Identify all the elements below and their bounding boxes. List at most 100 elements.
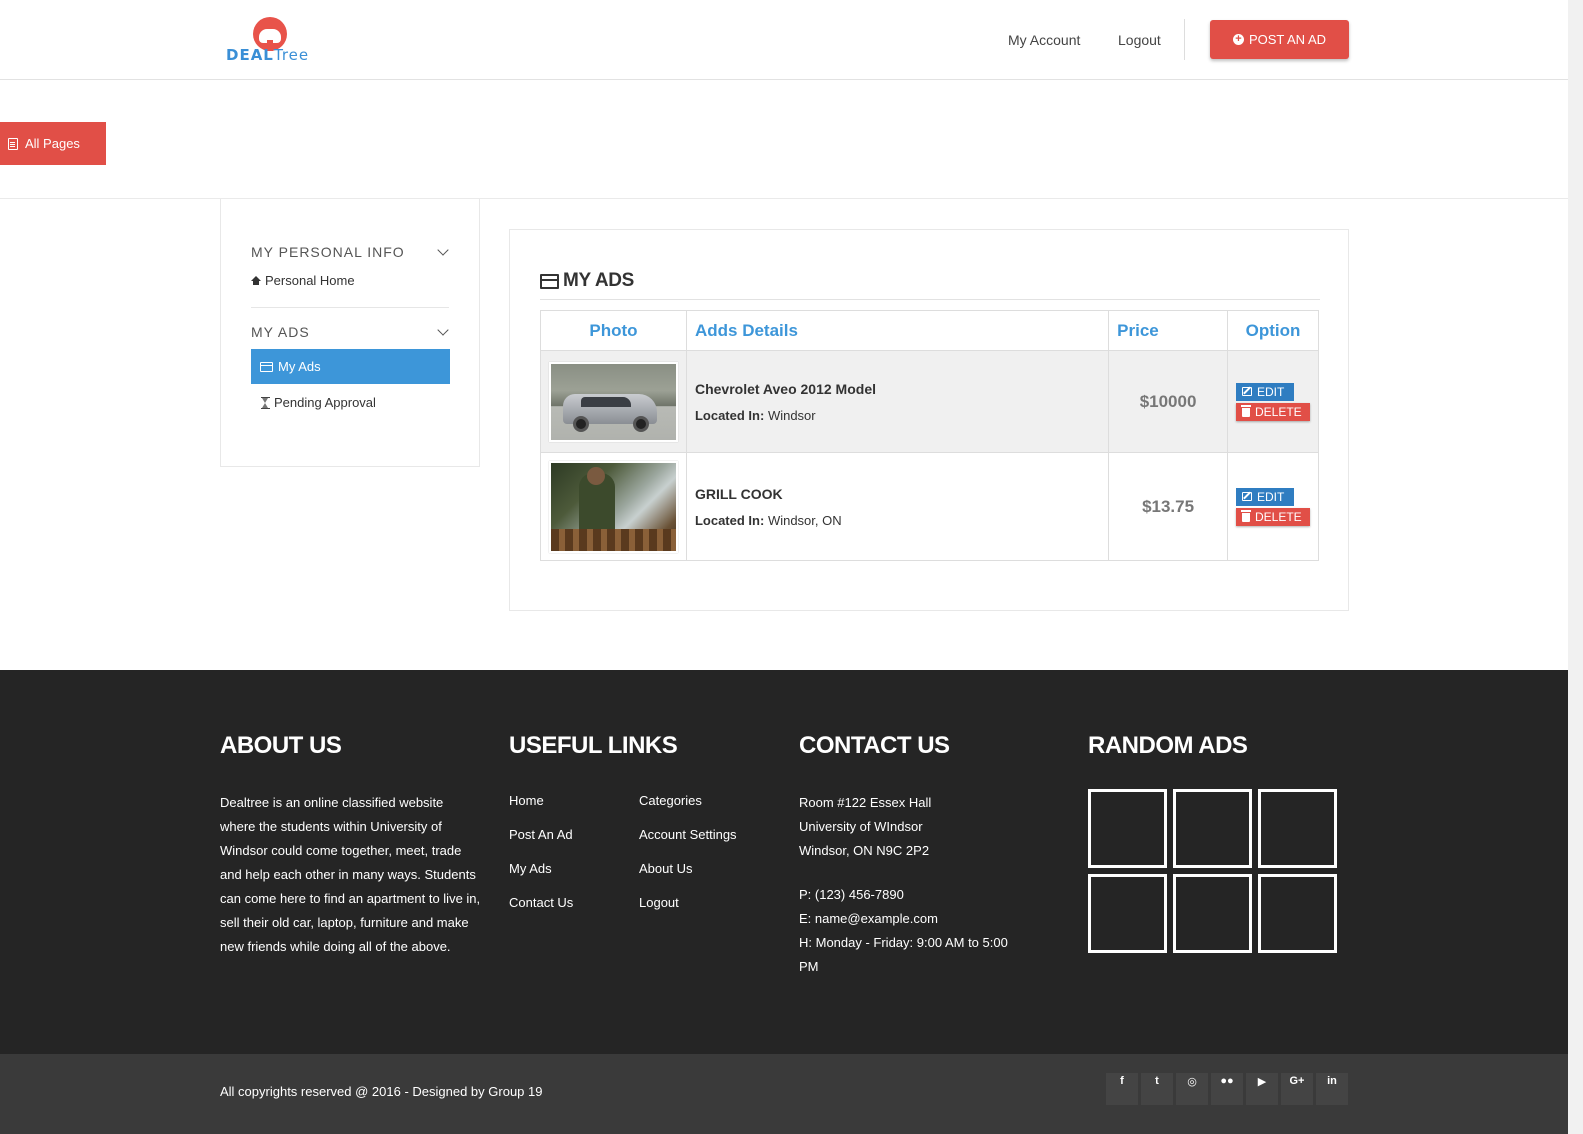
edit-button[interactable]: EDIT (1235, 382, 1294, 401)
chevron-down-icon[interactable] (437, 244, 449, 256)
location-value: Windsor (767, 407, 816, 423)
footer-link-post-an-ad[interactable]: Post An Ad (509, 825, 639, 845)
copyright-text: All copyrights reserved @ 2016 - Designe… (220, 1084, 543, 1099)
random-ad-thumb[interactable] (1088, 874, 1167, 953)
footer-link-categories[interactable]: Categories (639, 791, 769, 811)
my-ads-panel: MY ADS Photo Adds Details Price Option C… (509, 229, 1349, 611)
chevron-down-icon[interactable] (437, 324, 449, 336)
trash-icon (1240, 405, 1251, 417)
footer-link-logout[interactable]: Logout (639, 893, 769, 913)
my-ads-table: Photo Adds Details Price Option Chevrole… (540, 310, 1320, 561)
footer-contact-title: CONTACT US (799, 732, 950, 759)
page-title: MY ADS (540, 270, 634, 292)
delete-button[interactable]: DELETE (1235, 402, 1310, 421)
social-links: f t ◎ ●● ▶ G+ in (1106, 1073, 1348, 1105)
car-wheel (573, 415, 589, 432)
post-an-ad-button[interactable]: + POST AN AD (1210, 20, 1349, 59)
footer-about-text: Dealtree is an online classified website… (220, 795, 481, 954)
sidebar-separator (251, 307, 449, 308)
ad-price: $10000 (1108, 350, 1228, 453)
ad-title[interactable]: Chevrolet Aveo 2012 Model (695, 381, 1108, 397)
contact-phone: P: (123) 456-7890 (799, 887, 904, 902)
twitter-icon[interactable]: t (1141, 1073, 1173, 1105)
flickr-icon[interactable]: ●● (1211, 1073, 1243, 1105)
footer-links-list: Home Categories Post An Ad Account Setti… (509, 791, 769, 913)
random-ads-grid (1088, 789, 1337, 953)
edit-label: EDIT (1256, 489, 1285, 504)
ad-title[interactable]: GRILL COOK (695, 486, 1108, 502)
random-ad-thumb[interactable] (1258, 874, 1337, 953)
ad-price: $13.75 (1108, 452, 1228, 561)
youtube-icon[interactable]: ▶ (1246, 1073, 1278, 1105)
photo-cell (540, 452, 687, 561)
linkedin-icon[interactable]: in (1316, 1073, 1348, 1105)
located-label: Located In: (694, 512, 765, 528)
sidebar-item-personal-home[interactable]: Personal Home (251, 273, 355, 288)
random-ad-thumb[interactable] (1173, 789, 1252, 868)
page-scrollbar[interactable] (1568, 0, 1583, 1134)
random-ad-thumb[interactable] (1088, 789, 1167, 868)
delete-label: DELETE (1254, 404, 1302, 419)
edit-button[interactable]: EDIT (1235, 487, 1294, 506)
ad-location: Located In: Windsor (695, 408, 1108, 423)
delete-button[interactable]: DELETE (1235, 507, 1310, 526)
contact-address-line: University of WIndsor (799, 819, 923, 834)
nav-divider (1184, 19, 1185, 60)
option-cell: EDIT DELETE (1226, 350, 1320, 453)
footer-link-home[interactable]: Home (509, 791, 639, 811)
column-header-photo: Photo (540, 310, 687, 351)
column-header-details: Adds Details (685, 310, 1110, 351)
column-header-price: Price (1108, 310, 1228, 351)
sidebar-item-label: Personal Home (265, 273, 355, 288)
footer-about: ABOUT US Dealtree is an online classifie… (220, 732, 482, 959)
edit-label: EDIT (1256, 384, 1285, 399)
car-window (581, 396, 631, 407)
logo-text-deal: DEAL (226, 46, 274, 64)
random-ad-thumb[interactable] (1173, 874, 1252, 953)
footer-link-my-ads[interactable]: My Ads (509, 859, 639, 879)
sidebar-item-label: My Ads (278, 359, 321, 374)
trash-icon (1240, 510, 1251, 522)
footer-link-about-us[interactable]: About Us (639, 859, 769, 879)
sidebar-item-pending-approval[interactable]: Pending Approval (251, 395, 376, 410)
dealtree-logo[interactable]: DEALTree (226, 14, 318, 66)
account-sidebar: MY PERSONAL INFO Personal Home MY ADS My… (220, 199, 480, 467)
footer-link-account-settings[interactable]: Account Settings (639, 825, 769, 845)
footer-random-title: RANDOM ADS (1088, 732, 1248, 759)
ad-location: Located In: Windsor, ON (695, 513, 1108, 528)
contact-hours: H: Monday - Friday: 9:00 AM to 5:00 PM (799, 935, 1008, 974)
hourglass-icon (261, 396, 270, 409)
table-row: Chevrolet Aveo 2012 Model Located In: Wi… (540, 350, 1320, 453)
car-photo[interactable] (549, 361, 678, 442)
footer-contact: CONTACT US Room #122 Essex Hall Universi… (799, 732, 1009, 979)
footer-link-contact-us[interactable]: Contact Us (509, 893, 639, 913)
car-wheel (633, 415, 649, 432)
dribbble-icon[interactable]: ◎ (1176, 1073, 1208, 1105)
details-cell: GRILL COOK Located In: Windsor, ON (685, 452, 1110, 561)
sidebar-section-my-ads[interactable]: MY ADS (251, 324, 310, 340)
page-title-text: MY ADS (563, 270, 635, 291)
nav-logout[interactable]: Logout (1118, 32, 1161, 48)
plus-circle-icon: + (1232, 34, 1244, 45)
logo-text: DEALTree (226, 46, 309, 64)
footer-about-title: ABOUT US (220, 732, 342, 759)
photo-cell (540, 350, 687, 453)
nav-my-account[interactable]: My Account (1008, 32, 1080, 48)
sidebar-section-personal-info[interactable]: MY PERSONAL INFO (251, 244, 405, 260)
column-header-option: Option (1226, 310, 1320, 351)
logo-text-tree: Tree (273, 46, 310, 64)
all-pages-tab[interactable]: All Pages (0, 122, 106, 165)
all-pages-label: All Pages (25, 136, 80, 151)
contact-email[interactable]: E: name@example.com (799, 907, 1009, 931)
facebook-icon[interactable]: f (1106, 1073, 1138, 1105)
google-plus-icon[interactable]: G+ (1281, 1073, 1313, 1105)
table-header-row: Photo Adds Details Price Option (540, 310, 1320, 351)
credit-card-icon (540, 273, 559, 289)
grill-cook-photo[interactable] (549, 460, 678, 553)
random-ad-thumb[interactable] (1258, 789, 1337, 868)
delete-label: DELETE (1254, 509, 1302, 524)
cook-head (587, 466, 605, 485)
location-value: Windsor, ON (767, 512, 842, 528)
edit-icon (1241, 387, 1252, 396)
sidebar-item-my-ads[interactable]: My Ads (251, 349, 450, 384)
